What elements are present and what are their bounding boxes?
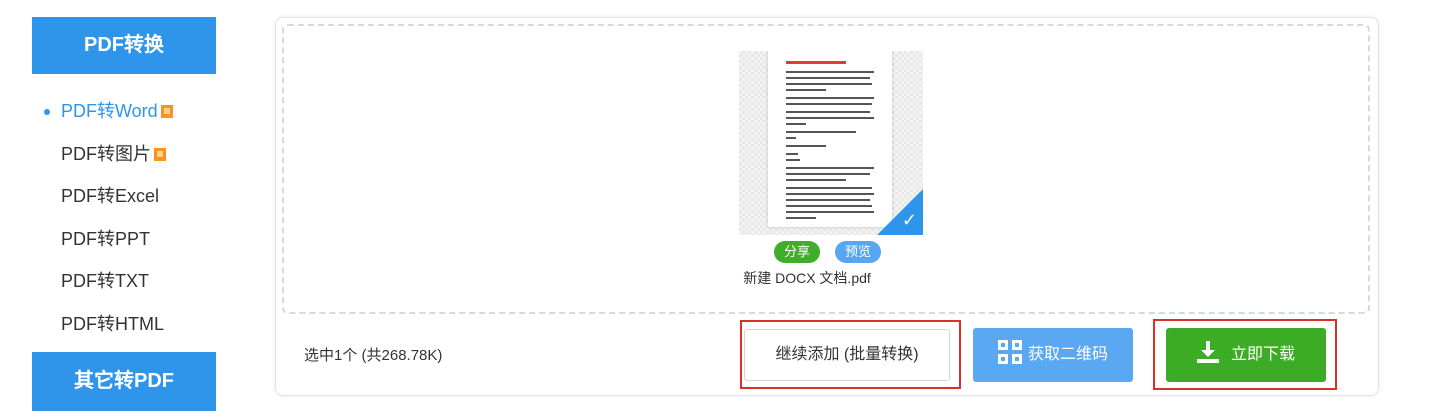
qrcode-icon <box>997 340 1024 366</box>
vip-badge-icon <box>154 147 166 161</box>
menu-item-pdf-to-word[interactable]: PDF转Word <box>32 90 216 133</box>
document-preview-image <box>768 51 892 227</box>
share-button[interactable]: 分享 <box>774 241 821 263</box>
download-icon <box>1196 341 1219 363</box>
check-icon: ✓ <box>901 210 917 230</box>
menu-item-pdf-to-image[interactable]: PDF转图片 <box>32 133 216 176</box>
menu-item-label: PDF转Word <box>61 101 158 121</box>
menu-item-label: PDF转PPT <box>61 228 151 249</box>
download-label: 立即下载 <box>1230 346 1295 363</box>
file-name-row: 新建 DOCX 文档.pdf <box>284 268 1372 288</box>
menu-item-pdf-to-ppt[interactable]: PDF转PPT <box>32 218 216 261</box>
menu-item-label: PDF转TXT <box>61 271 149 291</box>
file-drop-zone[interactable]: ✓ 分享 预览 新建 DOCX 文档.pdf <box>282 24 1370 314</box>
sidebar: PDF转换 PDF转Word PDF转图片 PDF转Excel PDF转PPT … <box>32 17 216 411</box>
menu-item-pdf-to-txt[interactable]: PDF转TXT <box>32 260 216 303</box>
get-qrcode-button[interactable]: 获取二维码 <box>973 328 1133 382</box>
file-name: 新建 DOCX 文档.pdf <box>743 270 871 286</box>
file-thumbnail[interactable]: ✓ <box>739 51 923 235</box>
selection-status: 选中1个 (共268.78K) <box>304 347 443 364</box>
add-more-button[interactable]: 继续添加 (批量转换) <box>744 329 950 381</box>
menu-item-label: PDF转图片 <box>61 143 151 164</box>
vip-badge-icon <box>160 105 173 118</box>
section-title-other-to-pdf[interactable]: 其它转PDF <box>32 352 216 411</box>
convert-menu: PDF转Word PDF转图片 PDF转Excel PDF转PPT PDF转TX… <box>32 90 216 345</box>
preview-button[interactable]: 预览 <box>835 241 882 263</box>
menu-item-label: PDF转Excel <box>61 186 160 206</box>
download-button[interactable]: 立即下载 <box>1166 328 1326 382</box>
section-title-pdf-convert[interactable]: PDF转换 <box>32 17 216 74</box>
qrcode-label: 获取二维码 <box>1027 346 1108 363</box>
upload-panel: ✓ 分享 预览 新建 DOCX 文档.pdf 选中1个 (共268.78K) 继… <box>275 17 1379 396</box>
menu-item-pdf-to-excel[interactable]: PDF转Excel <box>32 175 216 218</box>
menu-item-label: PDF转HTML <box>61 313 164 334</box>
menu-item-pdf-to-html[interactable]: PDF转HTML <box>32 303 216 346</box>
